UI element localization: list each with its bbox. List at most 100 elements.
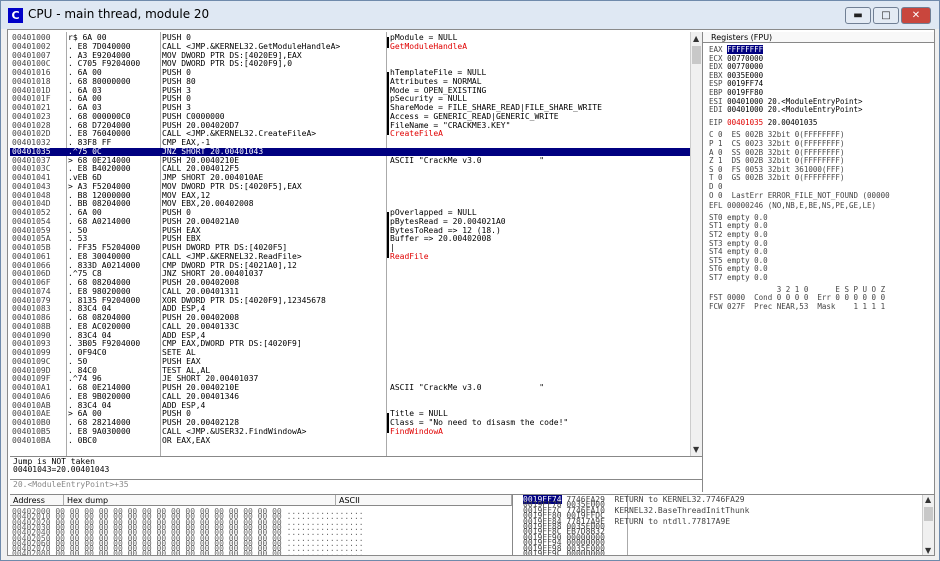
- call-bracket: [387, 112, 389, 122]
- disasm-hex: . 6A 00: [68, 208, 102, 217]
- disasm-address: 00401074: [12, 286, 51, 296]
- dump-row[interactable]: 00402080 00 00 00 00 00 00 00 00 00 00 0…: [12, 550, 364, 555]
- disasm-row[interactable]: 0040106F . 68 08204000 PUSH 20.00402008: [10, 279, 386, 287]
- disasm-instruction: CALL 20.00401346: [162, 391, 240, 401]
- registers-pane[interactable]: Registers (FPU) EAX FFFFFFFF ECX 00770000…: [702, 32, 934, 492]
- disasm-hex: . 68 28214000: [68, 418, 131, 427]
- disasm-instruction: CALL <JMP.&KERNEL32.GetModuleHandleA>: [162, 41, 341, 51]
- disasm-row[interactable]: 0040108B . E8 AC020000 CALL 20.0040133C: [10, 322, 386, 331]
- flag-row[interactable]: D 0: [709, 183, 723, 191]
- disasm-row[interactable]: 0040109C . 50 PUSH EAX: [10, 356, 386, 366]
- stack-row[interactable]: 0019FF9C 00000000: [523, 550, 615, 556]
- fpu-register-row[interactable]: ST7 empty 0.0: [709, 274, 768, 282]
- call-bracket: [387, 252, 389, 258]
- fpu-control-row[interactable]: FCW 027F Prec NEAR,53 Mask 1 1 1 1: [709, 302, 885, 311]
- disasm-comment: Access = GENERIC_READ|GENERIC_WRITE: [390, 111, 559, 121]
- disasm-row[interactable]: 004010A6 . E8 9B020000 CALL 20.00401346: [10, 391, 386, 401]
- disasm-address: 00401086: [12, 313, 51, 322]
- scroll-thumb[interactable]: [924, 507, 933, 521]
- disasm-row[interactable]: 00401035 .^75 0C JNZ SHORT 20.00401043: [10, 146, 690, 156]
- dump-hex-header[interactable]: Hex dump: [64, 495, 336, 506]
- scroll-up-icon[interactable]: ▲: [925, 495, 931, 504]
- minimize-button[interactable]: ▬: [845, 7, 871, 24]
- dump-address: 00402080: [12, 549, 51, 555]
- disasm-row[interactable]: 00401018 . 68 80000000 PUSH 80 Attributes =…: [10, 77, 482, 86]
- disasm-row[interactable]: 00401093. 3B05 F9204000 CMP EAX,DWORD PTR…: [10, 340, 386, 348]
- dump-pane[interactable]: Address Hex dump ASCII 00402000 00 00 00…: [10, 494, 512, 555]
- disasm-address: 00401002: [12, 41, 51, 51]
- scroll-thumb[interactable]: [692, 46, 701, 64]
- eflags-row[interactable]: EFL 00000246 (NO,NB,E,BE,NS,PE,GE,LE): [709, 202, 876, 210]
- disasm-row[interactable]: 00401002 . E8 7D040000 CALL <JMP.&KERNEL32…: [10, 41, 467, 51]
- disasm-row[interactable]: 00401016 . 6A 00 PUSH 0 hTemplateFile = NUL…: [10, 69, 486, 77]
- call-bracket: [387, 86, 389, 96]
- disasm-row[interactable]: 00401054 . 68 A0214000 PUSH 20.004021A0 pBy…: [10, 216, 506, 226]
- disasm-row[interactable]: 0040101D. 6A 03 PUSH 3 Mode = OPEN_EXISTIN…: [10, 86, 486, 95]
- disasm-row[interactable]: 00401021 . 6A 03 PUSH 3 ShareMode = FILE_SH…: [10, 103, 602, 112]
- call-bracket: [387, 130, 389, 136]
- register-edi[interactable]: EDI 00401000 20.<ModuleEntryPoint>: [709, 106, 863, 114]
- scroll-up-icon[interactable]: ▲: [693, 34, 699, 43]
- scroll-down-icon[interactable]: ▼: [925, 546, 931, 555]
- disasm-row[interactable]: 004010A1 . 68 0E214000 PUSH 20.0040210E ASC…: [10, 383, 544, 392]
- stack-pane[interactable]: ▲ ▼ 0019FF74 7746FA29 RETURN to KERNEL32…: [512, 494, 934, 555]
- fpu-register-row[interactable]: ST4 empty 0.0: [709, 248, 768, 256]
- register-name: EDI: [709, 105, 723, 115]
- disasm-row[interactable]: 00401086 . 68 08204000 PUSH 20.00402008: [10, 314, 386, 322]
- disasm-row[interactable]: 00401061 . E8 30040000 CALL <JMP.&KERNEL32…: [10, 252, 429, 261]
- disasm-row[interactable]: 00401043 > A3 F5204000 MOV DWORD PTR DS:[4…: [10, 182, 386, 191]
- disasm-row[interactable]: 004010B0 . 68 28214000 PUSH 20.00402128 Cla…: [10, 418, 568, 427]
- disasm-row[interactable]: 0040105B . FF35 F5204000 PUSH DWORD PTR DS…: [10, 243, 395, 252]
- disasm-address: 0040105B: [12, 243, 51, 252]
- disasm-instruction: PUSH 20.004021A0: [162, 216, 240, 226]
- flag-row[interactable]: Z 1 DS 002B 32bit 0(FFFFFFFF): [709, 157, 844, 165]
- disasm-hex: . 50: [68, 356, 88, 366]
- disasm-comment: ShareMode = FILE_SHARE_READ|FILE_SHARE_W…: [390, 103, 602, 112]
- disasm-hex: r$ 6A 00: [68, 33, 107, 42]
- disasm-row[interactable]: 0040101F. 6A 00 PUSH 0 pSecurity = NULL: [10, 95, 467, 103]
- title-bar[interactable]: C CPU - main thread, module 20 ▬ □ ✕: [1, 1, 939, 29]
- disasm-comment: pModule = NULL: [390, 33, 458, 42]
- disasm-row[interactable]: 004010BA . 0BC0 OR EAX,EAX: [10, 436, 386, 445]
- disasm-row[interactable]: 00401099 . 0F94C0 SETE AL: [10, 349, 386, 357]
- disasm-row[interactable]: 004010B5 . E8 9A030000 CALL <JMP.&USER32.F…: [10, 426, 443, 436]
- disasm-row[interactable]: 004010AB. 83C4 04 ADD ESP,4: [10, 401, 386, 410]
- disasm-comment: Class = "No need to disasm the code!": [390, 418, 569, 427]
- flag-row[interactable]: P 1 CS 0023 32bit 0(FFFFFFFF): [709, 140, 844, 148]
- fpu-status-row[interactable]: FST 0000 Cond 0 0 0 0 Err 0 0 0 0 0 0: [709, 294, 885, 302]
- disasm-instruction: PUSH 3: [162, 103, 191, 112]
- disasm-row[interactable]: 00401041 .vEB 6D JMP SHORT 20.004010AE: [10, 174, 386, 182]
- disasm-row[interactable]: 0040104D. BB 08204000 MOV EBX,20.00402008: [10, 200, 386, 208]
- stack-scrollbar[interactable]: ▲ ▼: [922, 495, 934, 555]
- flag-row[interactable]: O 0 LastErr ERROR_FILE_NOT_FOUND (00000: [709, 191, 890, 200]
- disasm-address: 00401023: [12, 111, 51, 121]
- stack-comment: RETURN to KERNEL32.7746FA29: [614, 495, 745, 504]
- scroll-down-icon[interactable]: ▼: [693, 445, 699, 454]
- disasm-row[interactable]: 00401023 . 68 000000C0 PUSH C0000000 Access…: [10, 111, 559, 121]
- disasm-instruction: SETE AL: [162, 348, 196, 357]
- flag-row[interactable]: T 0 GS 002B 32bit 0(FFFFFFFF): [709, 174, 844, 182]
- register-eip[interactable]: EIP 00401035 20.00401035: [709, 117, 817, 127]
- close-button[interactable]: ✕: [901, 7, 931, 24]
- disasm-hex: . 68 000000C0: [68, 111, 131, 121]
- disassembly-pane[interactable]: ▲ ▼ 00401000 r$ 6A 00 PUSH 0 pModule = NULL…: [10, 32, 702, 456]
- disasm-hex: . 83F8 FF: [68, 138, 112, 147]
- app-icon[interactable]: C: [8, 8, 23, 23]
- disasm-row[interactable]: 00401000 r$ 6A 00 PUSH 0 pModule = NULL: [10, 33, 457, 42]
- fpu-register-row[interactable]: ST2 empty 0.0: [709, 231, 768, 239]
- maximize-button[interactable]: □: [873, 7, 899, 24]
- disasm-row[interactable]: 00401032 . 83F8 FF CMP EAX,-1: [10, 139, 386, 147]
- disassembly-scrollbar[interactable]: ▲ ▼: [690, 32, 702, 456]
- disasm-row[interactable]: 00401052 . 6A 00 PUSH 0 pOverlapped = NULL: [10, 208, 477, 217]
- disasm-address: 00401035: [12, 146, 51, 156]
- dump-address-header[interactable]: Address: [10, 495, 64, 506]
- info-pane[interactable]: Jump is NOT taken 00401043=20.00401043: [10, 456, 702, 480]
- disasm-row[interactable]: 0040100C. C705 F9204000 MOV DWORD PTR DS:…: [10, 60, 386, 68]
- disasm-instruction: CALL 20.00401311: [162, 286, 240, 296]
- disasm-instruction: PUSH 20.0040210E: [162, 383, 240, 392]
- call-bracket: [387, 427, 389, 433]
- disasm-instruction: CALL <JMP.&USER32.FindWindowA>: [162, 426, 307, 436]
- dump-ascii-header[interactable]: ASCII: [336, 495, 512, 506]
- disasm-row[interactable]: 00401074 . E8 98020000 CALL 20.00401311: [10, 286, 386, 296]
- register-value: 00401035: [727, 117, 764, 127]
